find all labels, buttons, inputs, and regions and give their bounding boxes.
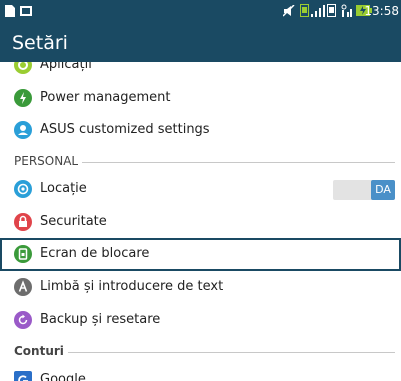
- image-icon: [20, 6, 32, 16]
- settings-item-label: Limbă și introducere de text: [40, 279, 224, 294]
- settings-item-label: Aplicații: [40, 62, 92, 72]
- signal-icon: [311, 5, 325, 17]
- toggle-on-label: DA: [371, 180, 395, 200]
- mute-icon: [283, 5, 295, 17]
- document-icon: [5, 5, 15, 17]
- settings-item-label: Ecran de blocare: [40, 246, 150, 261]
- wifi-icon: [341, 4, 352, 17]
- settings-item-power-management[interactable]: Power management: [0, 82, 401, 115]
- apps-icon: [14, 62, 32, 74]
- settings-item-language-input[interactable]: Limbă și introducere de text: [0, 271, 401, 304]
- settings-item-apps[interactable]: Aplicații: [0, 62, 401, 82]
- settings-item-lock-screen[interactable]: Ecran de blocare: [0, 238, 401, 271]
- asus-settings-icon: [14, 121, 32, 139]
- settings-item-backup-reset[interactable]: Backup și resetare: [0, 304, 401, 337]
- settings-item-label: ASUS customized settings: [40, 122, 210, 137]
- sim-icon: [300, 4, 309, 17]
- google-icon: [14, 371, 32, 381]
- section-divider: [14, 352, 395, 353]
- page-title: Setări: [12, 32, 68, 54]
- section-header-accounts: Conturi: [0, 338, 401, 364]
- location-icon: [14, 180, 32, 198]
- section-title: Conturi: [14, 344, 68, 358]
- status-bar: 13:58: [0, 0, 401, 24]
- app-bar: Setări: [0, 24, 401, 62]
- data-icon: [327, 4, 336, 17]
- location-toggle[interactable]: DA: [333, 180, 395, 200]
- settings-item-google[interactable]: Google: [0, 364, 401, 381]
- settings-list[interactable]: Aplicații Power management ASUS customiz…: [0, 62, 401, 381]
- language-icon: [14, 278, 32, 296]
- settings-item-label: Securitate: [40, 214, 107, 229]
- settings-item-asus-customized[interactable]: ASUS customized settings: [0, 114, 401, 147]
- settings-item-label: Google: [40, 372, 86, 381]
- lock-screen-icon: [14, 245, 32, 263]
- power-icon: [14, 89, 32, 107]
- section-title: PERSONAL: [14, 154, 83, 168]
- settings-item-location[interactable]: Locație DA: [0, 173, 401, 206]
- settings-item-label: Locație: [40, 181, 87, 196]
- section-header-personal: PERSONAL: [0, 148, 401, 174]
- settings-item-security[interactable]: Securitate: [0, 206, 401, 239]
- lock-icon: [14, 213, 32, 231]
- clock: 13:58: [364, 4, 399, 18]
- backup-icon: [14, 311, 32, 329]
- settings-item-label: Power management: [40, 90, 171, 105]
- settings-item-label: Backup și resetare: [40, 312, 161, 327]
